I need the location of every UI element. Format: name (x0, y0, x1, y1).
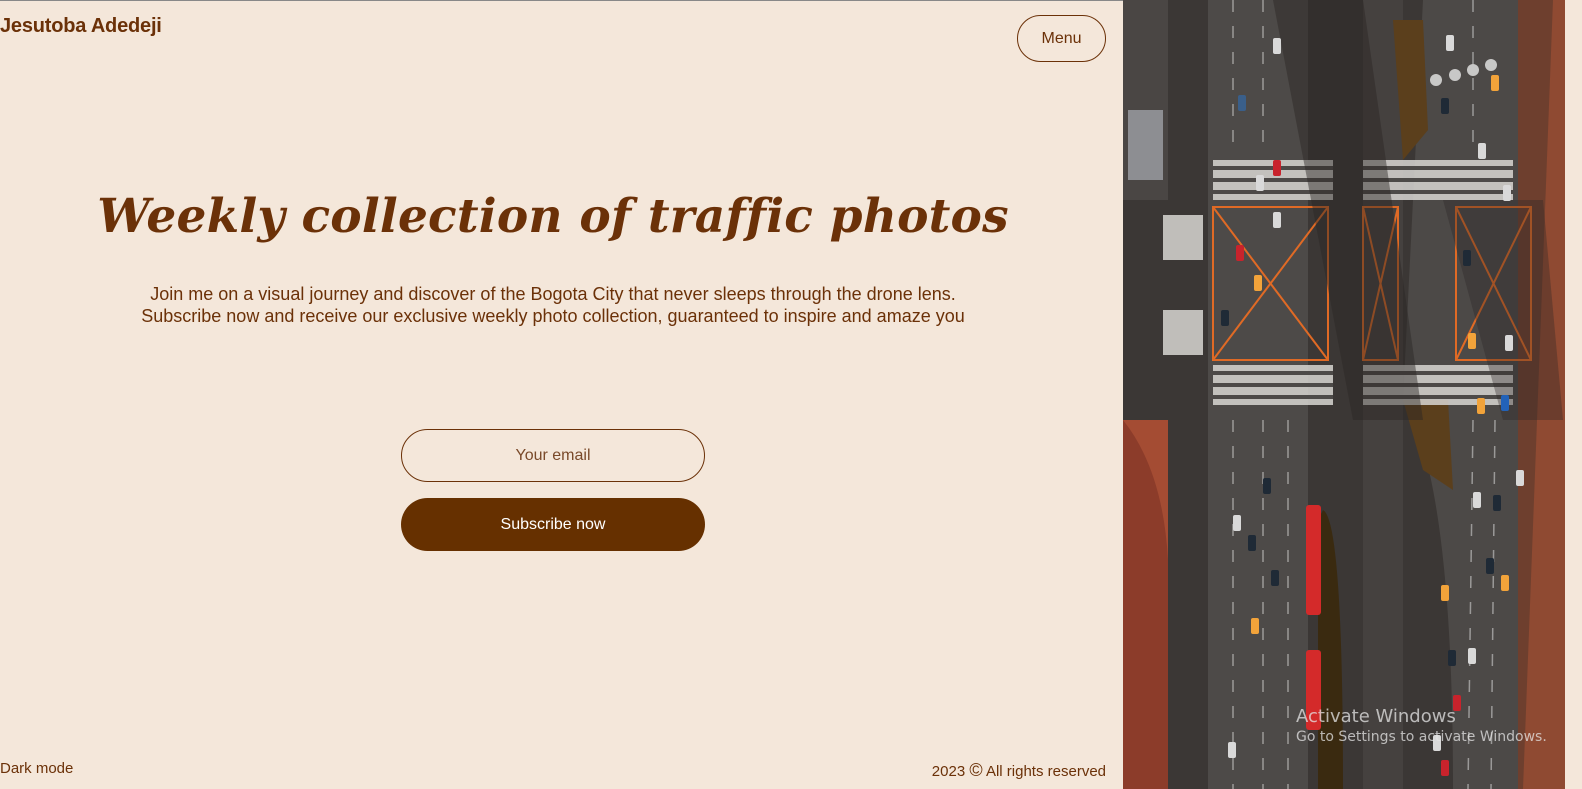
copyright: 2023 © All rights reserved (932, 760, 1106, 781)
activate-windows-watermark: Activate Windows Go to Settings to activ… (1296, 706, 1547, 745)
email-input[interactable] (401, 429, 705, 482)
menu-button[interactable]: Menu (1017, 15, 1106, 62)
aerial-traffic-photo (1123, 0, 1565, 789)
watermark-title: Activate Windows (1296, 706, 1456, 727)
watermark-subtitle: Go to Settings to activate Windows. (1296, 729, 1547, 745)
copyright-text: All rights reserved (985, 763, 1106, 780)
right-edge-strip (1565, 0, 1582, 789)
dark-mode-toggle[interactable]: Dark mode (0, 760, 73, 777)
copyright-icon: © (969, 760, 983, 780)
copyright-year: 2023 (931, 763, 966, 780)
subscribe-button[interactable]: Subscribe now (401, 498, 705, 551)
brand-name[interactable]: Jesutoba Adedeji (0, 15, 162, 38)
hero-title: Weekly collection of traffic photos (97, 189, 1009, 244)
aerial-traffic-photo-icon (1123, 0, 1565, 789)
landing-panel: Jesutoba Adedeji Menu Weekly collection … (0, 0, 1123, 789)
hero-subtitle: Join me on a visual journey and discover… (141, 284, 965, 326)
